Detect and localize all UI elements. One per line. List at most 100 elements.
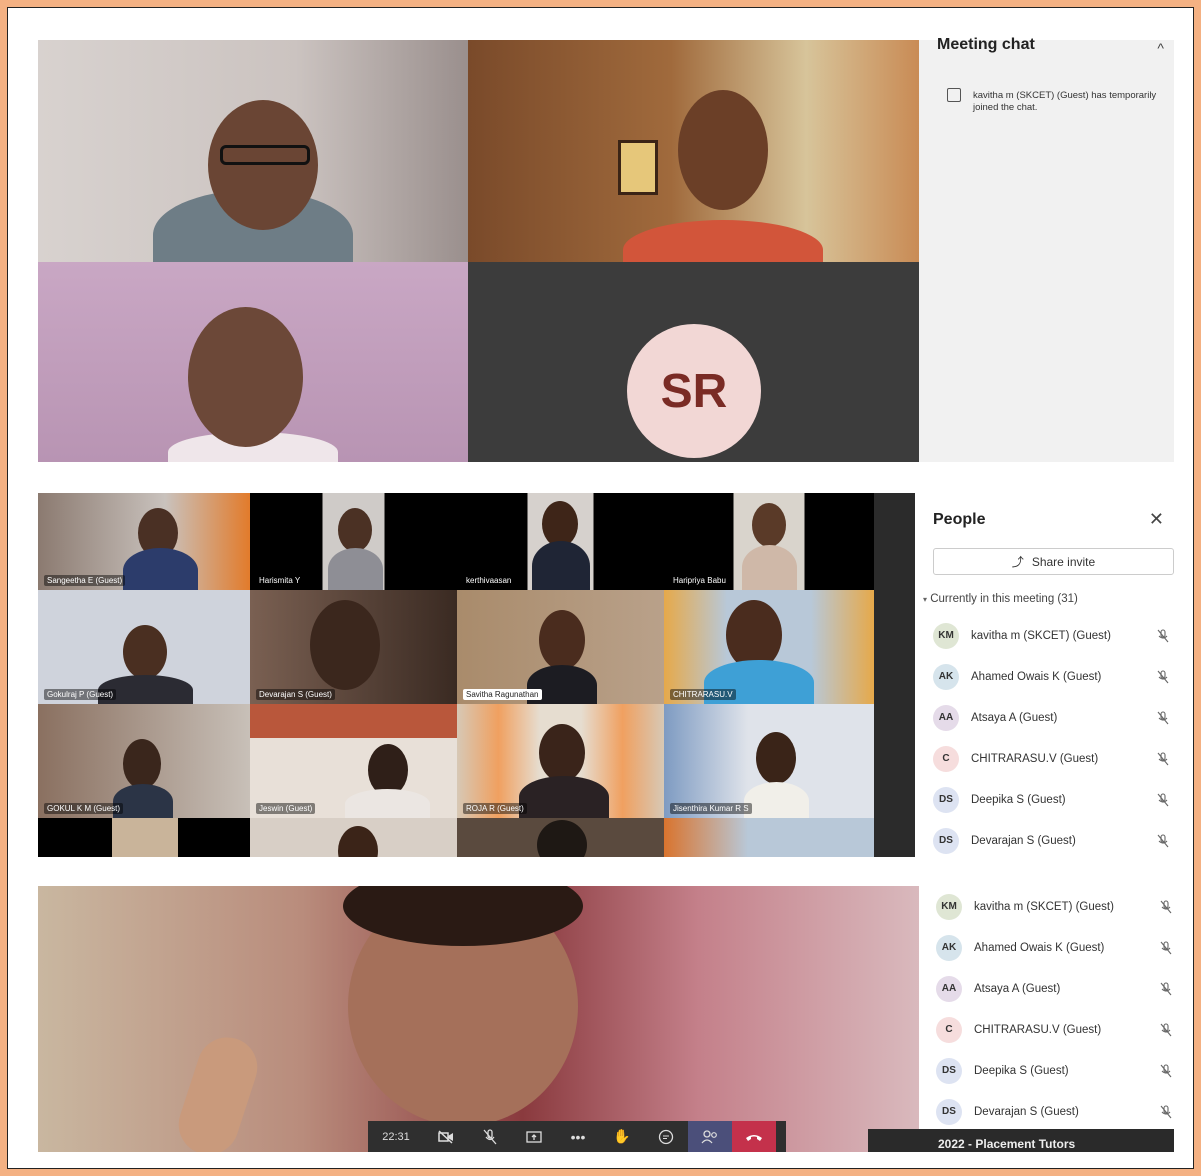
video-tile-participant-3[interactable] — [38, 262, 468, 462]
participant-name: Ahamed Owais K (Guest) — [971, 670, 1102, 683]
participant-avatar: KM — [933, 622, 959, 649]
participant-name: Ahamed Owais K (Guest) — [974, 941, 1105, 954]
participant-name: Devarajan S (Guest) — [974, 1105, 1079, 1118]
participant-row[interactable]: AK Ahamed Owais K (Guest) — [933, 656, 1174, 697]
tile-name: ROJA R (Guest) — [463, 803, 527, 814]
people-panel-continued: KM kavitha m (SKCET) (Guest) AK Ahamed Owai… — [919, 886, 1174, 1152]
participant-name: CHITRARASU.V (Guest) — [974, 1023, 1102, 1036]
grid-tile[interactable] — [664, 818, 874, 857]
mic-off-icon — [1157, 833, 1169, 847]
grid-tile[interactable]: CHITRARASU.V — [664, 590, 874, 704]
grid-tile[interactable]: Sangeetha E (Guest) — [38, 493, 250, 590]
chat-join-icon — [947, 88, 961, 102]
participant-avatar: SR — [627, 324, 761, 458]
chat-title: Meeting chat — [937, 36, 1035, 53]
participant-row[interactable]: C CHITRARASU.V (Guest) — [933, 738, 1174, 779]
participant-avatar: AK — [933, 663, 959, 690]
participant-list: KM kavitha m (SKCET) (Guest) AK Ahamed Owai… — [933, 615, 1174, 861]
more-icon[interactable]: ••• — [556, 1121, 600, 1152]
grid-tile[interactable]: Gokulraj P (Guest) — [38, 590, 250, 704]
participant-name: Devarajan S (Guest) — [971, 834, 1076, 847]
caret-icon: ▾ — [923, 595, 928, 604]
participant-row[interactable]: AK Ahamed Owais K (Guest) — [936, 927, 1177, 968]
tile-name: Jisenthira Kumar R S — [670, 803, 752, 814]
mic-off-icon — [1157, 792, 1169, 806]
call-timer: 22:31 — [382, 1130, 410, 1143]
mic-off-icon — [1157, 628, 1169, 642]
mic-off-icon — [1157, 751, 1169, 765]
participant-row[interactable]: DS Devarajan S (Guest) — [936, 1091, 1177, 1132]
camera-off-icon[interactable] — [424, 1121, 468, 1152]
grid-tile[interactable]: Haripriya Babu — [664, 493, 874, 590]
participant-row[interactable]: AA Atsaya A (Guest) — [936, 968, 1177, 1009]
participant-row[interactable]: DS Deepika S (Guest) — [933, 779, 1174, 820]
mic-off-icon — [1160, 940, 1172, 954]
share-icon: ⤴ — [1011, 555, 1024, 569]
participant-avatar: AK — [936, 934, 962, 961]
tile-name: Harismita Y — [256, 575, 304, 586]
mic-off-icon — [1160, 1063, 1172, 1077]
grid-tile[interactable]: Savitha Ragunathan — [457, 590, 664, 704]
participant-name: Atsaya A (Guest) — [971, 711, 1058, 724]
tile-name: CHITRARASU.V — [670, 689, 736, 700]
participant-avatar: AA — [933, 704, 959, 731]
participant-row[interactable]: KM kavitha m (SKCET) (Guest) — [936, 886, 1177, 927]
video-tile-speaker[interactable] — [38, 886, 919, 1152]
video-tile-participant-2[interactable] — [468, 40, 919, 262]
mic-off-icon — [1160, 899, 1172, 913]
current-count: Currently in this meeting (31) — [930, 593, 1078, 605]
tile-name: Sangeetha E (Guest) — [44, 575, 126, 586]
grid-tile[interactable] — [457, 818, 664, 857]
participant-avatar: DS — [936, 1057, 962, 1084]
close-icon[interactable]: ✕ — [1149, 509, 1164, 530]
participant-avatar: DS — [933, 786, 959, 813]
leave-call-icon[interactable] — [732, 1121, 776, 1152]
people-icon[interactable] — [688, 1121, 732, 1152]
chat-icon[interactable] — [644, 1121, 688, 1152]
tile-name: Haripriya Babu — [670, 575, 729, 586]
tile-name: Jeswin (Guest) — [256, 803, 316, 814]
share-screen-icon[interactable] — [512, 1121, 556, 1152]
mic-off-icon[interactable] — [468, 1121, 512, 1152]
close-icon[interactable]: ^ — [1157, 40, 1164, 56]
share-invite-button[interactable]: ⤴ Share invite — [933, 548, 1174, 575]
participant-row[interactable]: C CHITRARASU.V (Guest) — [936, 1009, 1177, 1050]
call-toolbar: 22:31 ••• ✋ — [368, 1121, 786, 1152]
raise-hand-icon[interactable]: ✋ — [600, 1121, 644, 1152]
participant-avatar: KM — [936, 893, 962, 920]
grid-tile[interactable]: Devarajan S (Guest) — [250, 590, 457, 704]
tile-name: Gokulraj P (Guest) — [44, 689, 117, 700]
grid-tile[interactable]: Jisenthira Kumar R S — [664, 704, 874, 818]
grid-tile[interactable]: ROJA R (Guest) — [457, 704, 664, 818]
chat-message: kavitha m (SKCET) (Guest) has temporaril… — [973, 90, 1157, 113]
grid-tile[interactable] — [250, 818, 457, 857]
mic-off-icon — [1157, 669, 1169, 683]
grid-tile[interactable]: GOKUL K M (Guest) — [38, 704, 250, 818]
participant-row[interactable]: AA Atsaya A (Guest) — [933, 697, 1174, 738]
mic-off-icon — [1160, 1022, 1172, 1036]
participant-name: Deepika S (Guest) — [974, 1064, 1069, 1077]
mic-off-icon — [1157, 710, 1169, 724]
video-tile-sr[interactable]: SR — [468, 262, 919, 462]
participant-name: CHITRARASU.V (Guest) — [971, 752, 1099, 765]
tile-name: Devarajan S (Guest) — [256, 689, 335, 700]
people-title: People — [933, 511, 986, 528]
participant-name: Atsaya A (Guest) — [974, 982, 1061, 995]
current-participants-label[interactable]: ▾ Currently in this meeting (31) — [923, 593, 1078, 605]
participant-avatar: C — [933, 745, 959, 772]
participant-row[interactable]: DS Devarajan S (Guest) — [933, 820, 1174, 861]
video-tile-presenter[interactable] — [38, 40, 468, 262]
grid-tile[interactable] — [38, 818, 250, 857]
share-invite-label: Share invite — [1031, 554, 1096, 569]
participant-name: kavitha m (SKCET) (Guest) — [971, 629, 1111, 642]
participant-row[interactable]: KM kavitha m (SKCET) (Guest) — [933, 615, 1174, 656]
participant-row[interactable]: DS Deepika S (Guest) — [936, 1050, 1177, 1091]
screenshot-frame: SR Meeting chat ^ kavitha m (SKCET) (Gue… — [7, 7, 1194, 1169]
participant-name: kavitha m (SKCET) (Guest) — [974, 900, 1114, 913]
grid-tile[interactable]: Jeswin (Guest) — [250, 704, 457, 818]
participant-avatar: AA — [936, 975, 962, 1002]
grid-tile[interactable]: Harismita Y — [250, 493, 457, 590]
grid-tile[interactable]: kerthivaasan — [457, 493, 664, 590]
participant-avatar: C — [936, 1016, 962, 1043]
people-panel: People ✕ ⤴ Share invite ▾ Currently in t… — [919, 493, 1174, 857]
